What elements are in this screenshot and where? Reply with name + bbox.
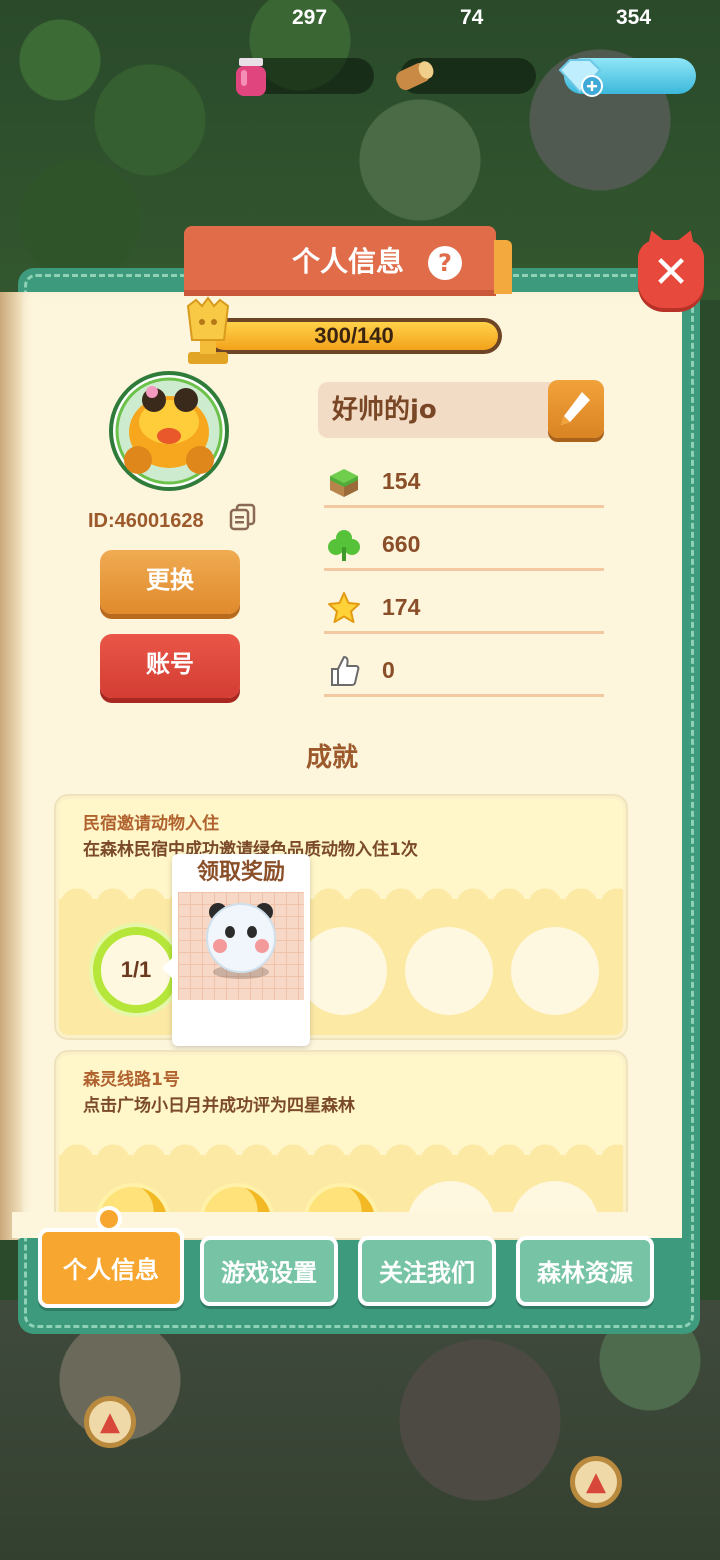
jam-count: 297: [292, 6, 328, 29]
achievement-card: 森灵线路1号 点击广场小日月并成功评为四星森林: [56, 1052, 626, 1238]
reward-slot: [299, 927, 387, 1015]
achievement-title: 民宿邀请动物入住: [83, 814, 219, 834]
panda-ball-icon: [206, 903, 276, 979]
claim-reward-label[interactable]: 领取奖励: [172, 854, 310, 892]
gem-count: 354: [616, 6, 652, 29]
active-tab-marker: [96, 1206, 122, 1232]
upgrade-arrow-icon[interactable]: ▲: [570, 1456, 622, 1508]
stat-row-likes: 0: [324, 647, 604, 697]
change-avatar-button[interactable]: 更换: [100, 550, 240, 614]
achievements-title: 成就: [305, 743, 358, 773]
stat-value: 0: [382, 657, 395, 683]
panel-title: 个人信息: [291, 245, 404, 278]
wood-count: 74: [460, 6, 484, 29]
jam-jar-icon: [236, 58, 266, 96]
tab-follow-us[interactable]: 关注我们: [358, 1236, 496, 1306]
edit-nickname-button[interactable]: [548, 380, 604, 438]
thumbs-up-icon: [331, 656, 360, 686]
stat-value: 174: [382, 594, 421, 620]
stat-value: 154: [382, 468, 421, 494]
level-progress-text: 300/140: [314, 323, 394, 348]
copy-icon[interactable]: [228, 502, 258, 532]
pencil-icon: [561, 392, 590, 425]
stat-row-clover: 660: [324, 521, 604, 571]
trophy-icon: [186, 296, 230, 364]
stat-value: 660: [382, 531, 421, 557]
tab-profile[interactable]: 个人信息: [38, 1228, 184, 1308]
book-spine: [0, 292, 22, 1240]
close-button[interactable]: ✕: [638, 240, 704, 308]
panel-title-tab-side: [494, 240, 512, 294]
reward-preview: [178, 892, 304, 1000]
grass-block-icon: [330, 469, 358, 497]
help-button[interactable]: ?: [428, 246, 462, 280]
diamond-icon: [558, 59, 603, 97]
popup-pointer: [162, 958, 172, 978]
achievement-description: 点击广场小日月并成功评为四星森林: [83, 1096, 355, 1116]
reward-slot: [511, 927, 599, 1015]
claim-reward-popup[interactable]: 领取奖励: [162, 854, 310, 1046]
achievement-card: 民宿邀请动物入住 在森林民宿中成功邀请绿色品质动物入住1次 1/1: [56, 796, 626, 1038]
reward-slot: [405, 927, 493, 1015]
account-button[interactable]: 账号: [100, 634, 240, 698]
wood-log-icon: [396, 61, 434, 91]
upgrade-arrow-icon[interactable]: ▲: [84, 1396, 136, 1448]
user-id: ID:46001628: [88, 510, 204, 532]
nickname: 好帅的jo: [332, 395, 437, 425]
achievement-title: 森灵线路1号: [83, 1070, 180, 1090]
clover-icon: [328, 530, 360, 561]
tab-forest-resources[interactable]: 森林资源: [516, 1236, 654, 1306]
star-icon: [328, 592, 360, 623]
tab-game-settings[interactable]: 游戏设置: [200, 1236, 338, 1306]
stat-row-grass: 154: [324, 458, 604, 508]
stat-row-star: 174: [324, 584, 604, 634]
avatar[interactable]: [108, 370, 230, 492]
achievement-reward-track: 1/1: [59, 887, 623, 1035]
